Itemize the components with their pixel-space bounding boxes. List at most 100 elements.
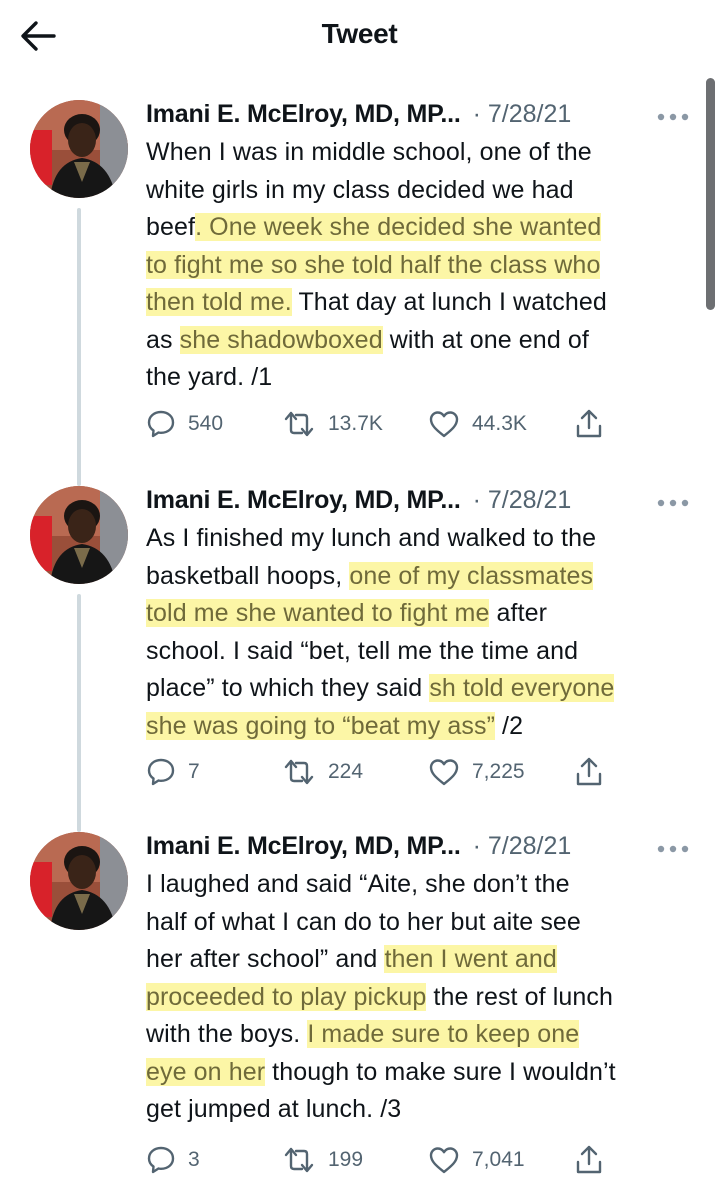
- highlighted-text: she shadowboxed: [179, 325, 383, 354]
- highlighted-text: one of my classmates: [349, 561, 594, 590]
- text-segment: That day at lunch I watched: [291, 288, 607, 316]
- text-line: half of what I can do to her but aite se…: [146, 904, 694, 942]
- text-line: told me she wanted to fight me after: [146, 595, 694, 633]
- text-segment: /2: [495, 711, 524, 740]
- share-button[interactable]: [574, 1140, 604, 1180]
- text-line: get jumped at lunch. /3: [146, 1091, 694, 1129]
- text-line: proceeded to play pickup the rest of lun…: [146, 979, 694, 1017]
- text-segment: white girls in my class decided we had: [146, 175, 574, 204]
- author-name[interactable]: Imani E. McElroy, MD, MP...: [146, 486, 461, 514]
- share-button[interactable]: [574, 752, 604, 792]
- text-line: then told me. That day at lunch I watche…: [146, 284, 694, 322]
- text-segment: as: [146, 325, 180, 354]
- reply-button[interactable]: 3: [146, 1140, 200, 1180]
- text-line: she was going to “beat my ass” /2: [146, 708, 694, 746]
- retweet-count: 224: [328, 760, 364, 783]
- like-button[interactable]: 7,041: [428, 1140, 525, 1180]
- text-segment: her after school” and: [146, 945, 385, 973]
- text-line: school. I said “bet, tell me the time an…: [146, 633, 694, 671]
- text-line: When I was in middle school, one of the: [146, 134, 694, 172]
- share-button[interactable]: [574, 404, 604, 444]
- text-line: as she shadowboxed with at one end of: [146, 322, 694, 360]
- highlighted-text: I made sure to keep one: [307, 1020, 580, 1048]
- reply-button[interactable]: 7: [146, 752, 200, 792]
- retweet-icon: [284, 411, 314, 437]
- highlighted-text: sh told everyone: [429, 674, 615, 702]
- scrollbar[interactable]: [706, 78, 715, 310]
- reply-count: 3: [188, 1148, 200, 1171]
- text-segment: get jumped at lunch. /3: [146, 1095, 402, 1123]
- profile-photo: [30, 100, 128, 198]
- text-line: her after school” and then I went and: [146, 941, 694, 979]
- like-button[interactable]: 44.3K: [428, 404, 527, 444]
- reply-icon: [147, 758, 175, 786]
- text-line: to fight me so she told half the class w…: [146, 247, 694, 285]
- profile-photo: [30, 832, 128, 930]
- text-line: I laughed and said “Aite, she don’t the: [146, 866, 694, 904]
- retweet-button[interactable]: 13.7K: [282, 404, 383, 444]
- page-title: Tweet: [321, 18, 398, 49]
- text-segment: with at one end of: [382, 325, 589, 354]
- text-segment: though to make sure I wouldn’t: [265, 1057, 616, 1086]
- text-segment: basketball hoops,: [146, 561, 350, 590]
- tweet-text: When I was in middle school, one of the w…: [146, 134, 694, 397]
- avatar[interactable]: [30, 486, 128, 584]
- text-line: As I finished my lunch and walked to the: [146, 520, 694, 558]
- highlighted-text: then I went and: [384, 945, 557, 973]
- more-icon[interactable]: [656, 498, 690, 508]
- retweet-icon: [284, 1147, 314, 1173]
- text-line: with the boys. I made sure to keep one: [146, 1016, 694, 1054]
- retweet-count: 13.7K: [328, 412, 383, 435]
- like-count: 7,225: [472, 760, 525, 783]
- highlighted-text: eye on her: [146, 1057, 266, 1086]
- text-segment: the yard. /1: [146, 363, 273, 391]
- author-name[interactable]: Imani E. McElroy, MD, MP...: [146, 100, 461, 128]
- author-name[interactable]: Imani E. McElroy, MD, MP...: [146, 832, 461, 860]
- like-count: 44.3K: [472, 412, 527, 435]
- text-line: the yard. /1: [146, 359, 694, 397]
- text-segment: I laughed and said “Aite, she don’t the: [146, 870, 570, 898]
- tweet-date[interactable]: · 7/28/21: [473, 486, 572, 514]
- tweet-text: I laughed and said “Aite, she don’t the h…: [146, 866, 694, 1129]
- retweet-button[interactable]: 199: [282, 1140, 363, 1180]
- more-icon[interactable]: [656, 112, 690, 122]
- text-segment: after: [489, 599, 548, 627]
- text-line: white girls in my class decided we had: [146, 172, 694, 210]
- tweet-date[interactable]: · 7/28/21: [473, 100, 572, 128]
- text-line: place” to which they said sh told everyo…: [146, 670, 694, 708]
- avatar[interactable]: [30, 100, 128, 198]
- text-segment: place” to which they said: [146, 674, 430, 702]
- tweet-header: Imani E. McElroy, MD, MP... · 7/28/21: [146, 832, 696, 868]
- like-button[interactable]: 7,225: [428, 752, 525, 792]
- retweet-count: 199: [328, 1148, 364, 1171]
- more-icon[interactable]: [656, 844, 690, 854]
- profile-photo: [30, 486, 128, 584]
- thread-connector: [77, 208, 81, 486]
- text-segment: half of what I can do to her but aite se…: [146, 907, 581, 936]
- text-segment: beef: [146, 213, 196, 241]
- text-line: eye on her though to make sure I wouldn’…: [146, 1054, 694, 1092]
- text-line: basketball hoops, one of my classmates: [146, 558, 694, 596]
- tweet-text: As I finished my lunch and walked to the…: [146, 520, 694, 745]
- text-segment: school. I said “bet, tell me the time an…: [146, 636, 579, 665]
- highlighted-text: told me she wanted to fight me: [146, 599, 490, 627]
- highlighted-text: to fight me so she told half the class w…: [146, 250, 601, 279]
- retweet-button[interactable]: 224: [282, 752, 363, 792]
- like-count: 7,041: [472, 1148, 525, 1171]
- text-line: beef. One week she decided she wanted: [146, 209, 694, 247]
- reply-button[interactable]: 540: [146, 404, 223, 444]
- highlighted-text: proceeded to play pickup: [146, 982, 427, 1011]
- share-icon: [576, 409, 602, 438]
- heart-icon: [429, 1147, 459, 1174]
- reply-count: 7: [188, 760, 200, 783]
- avatar[interactable]: [30, 832, 128, 930]
- highlighted-text: . One week she decided she wanted: [195, 213, 602, 241]
- text-segment: with the boys.: [146, 1020, 308, 1048]
- share-icon: [576, 757, 602, 786]
- tweet-date[interactable]: · 7/28/21: [473, 832, 572, 860]
- retweet-icon: [284, 759, 314, 785]
- reply-icon: [147, 410, 175, 438]
- text-segment: the rest of lunch: [426, 982, 614, 1011]
- tweet-actions: 3 199 7,041: [146, 1140, 616, 1180]
- thread-connector: [77, 594, 81, 832]
